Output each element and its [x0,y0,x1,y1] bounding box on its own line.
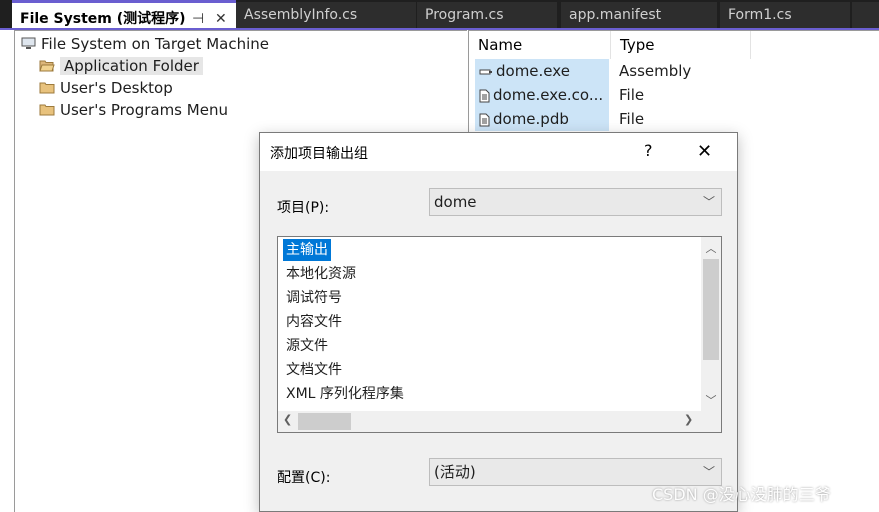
tree-item-application-folder[interactable]: Application Folder [39,55,203,77]
folder-icon [39,78,55,100]
scrollbar-corner [701,411,721,432]
tree-item-label: User's Programs Menu [60,101,228,119]
folder-open-icon [39,56,55,78]
output-item-content-files[interactable]: 内容文件 [283,311,345,333]
tab-form1[interactable]: Form1.cs [720,2,850,28]
project-dropdown-value: dome [434,193,477,211]
scroll-right-icon[interactable]: ❯ [684,413,693,426]
output-group-listbox[interactable]: 主输出 本地化资源 调试符号 内容文件 源文件 文档文件 XML 序列化程序集 … [277,236,722,433]
tree-item-users-desktop[interactable]: User's Desktop [39,77,173,99]
tab-program[interactable]: Program.cs [417,2,557,28]
output-item-source-files[interactable]: 源文件 [283,335,331,357]
list-item[interactable]: dome.exe.co... File [469,83,869,107]
file-name: dome.exe.co... [493,86,604,104]
close-icon[interactable]: ✕ [215,3,227,30]
project-label: 项目(P): [277,200,330,216]
tab-assemblyinfo[interactable]: AssemblyInfo.cs [236,2,416,28]
help-button[interactable]: ? [644,141,653,160]
tree-item-users-programs-menu[interactable]: User's Programs Menu [39,99,228,121]
horizontal-scrollbar[interactable]: ❮ ❯ [278,411,701,432]
scroll-up-icon[interactable]: ︿ [701,240,721,256]
tab-label: Program.cs [425,7,504,23]
file-name: dome.pdb [493,110,569,128]
list-item[interactable]: dome.pdb File [469,107,869,131]
file-icon [479,113,490,126]
column-header-type[interactable]: Type [611,31,751,59]
scroll-left-icon[interactable]: ❮ [283,413,292,426]
computer-icon [21,34,36,56]
configuration-dropdown-value: (活动) [434,463,476,481]
output-item-xml-serialization[interactable]: XML 序列化程序集 [283,383,407,405]
project-dropdown[interactable]: dome ﹀ [429,188,722,216]
pin-icon[interactable]: ⊣ [192,3,204,30]
chevron-down-icon: ﹀ [702,195,715,209]
vertical-scroll-thumb[interactable] [703,259,719,360]
folder-icon [39,100,55,122]
tree-root-label: File System on Target Machine [41,35,269,53]
output-item-primary[interactable]: 主输出 [283,239,331,261]
add-project-output-group-dialog: 添加项目输出组 ? ✕ 项目(P): dome ﹀ 主输出 本地化资源 调试符号… [259,132,738,512]
tab-overflow-button[interactable] [852,2,879,28]
tree-item-label: Application Folder [60,57,203,75]
tab-label: Form1.cs [728,7,792,23]
tab-app-manifest[interactable]: app.manifest [561,2,717,28]
watermark: CSDN @没心没肺的三爷 [652,485,831,504]
file-type: Assembly [619,62,692,80]
tab-label: File System (测试程序) [20,11,186,27]
scroll-down-icon[interactable]: ﹀ [701,392,721,408]
tab-file-system[interactable]: File System (测试程序) ⊣ ✕ [12,0,236,30]
document-tab-strip: File System (测试程序) ⊣ ✕ AssemblyInfo.cs P… [0,0,879,30]
output-item-documentation-files[interactable]: 文档文件 [283,359,345,381]
configuration-label: 配置(C): [277,470,331,486]
file-name: dome.exe [496,62,570,80]
list-item[interactable]: dome.exe Assembly [469,59,869,83]
file-icon [479,89,490,102]
tree-item-label: User's Desktop [60,79,173,97]
dialog-title-bar[interactable]: 添加项目输出组 ? ✕ [260,133,737,171]
horizontal-scroll-thumb[interactable] [298,413,351,430]
tab-label: app.manifest [569,7,662,23]
assembly-icon [479,69,492,74]
tree-root[interactable]: File System on Target Machine [21,33,269,55]
file-type: File [619,110,645,128]
close-button[interactable]: ✕ [697,141,712,162]
dialog-title: 添加项目输出组 [270,146,368,162]
output-item-debug-symbols[interactable]: 调试符号 [283,287,345,309]
column-header-name[interactable]: Name [469,31,611,59]
file-type: File [619,86,645,104]
vertical-scrollbar[interactable]: ︿ ﹀ [701,237,721,411]
tab-label: AssemblyInfo.cs [244,7,358,23]
output-item-localized-resources[interactable]: 本地化资源 [283,263,359,285]
